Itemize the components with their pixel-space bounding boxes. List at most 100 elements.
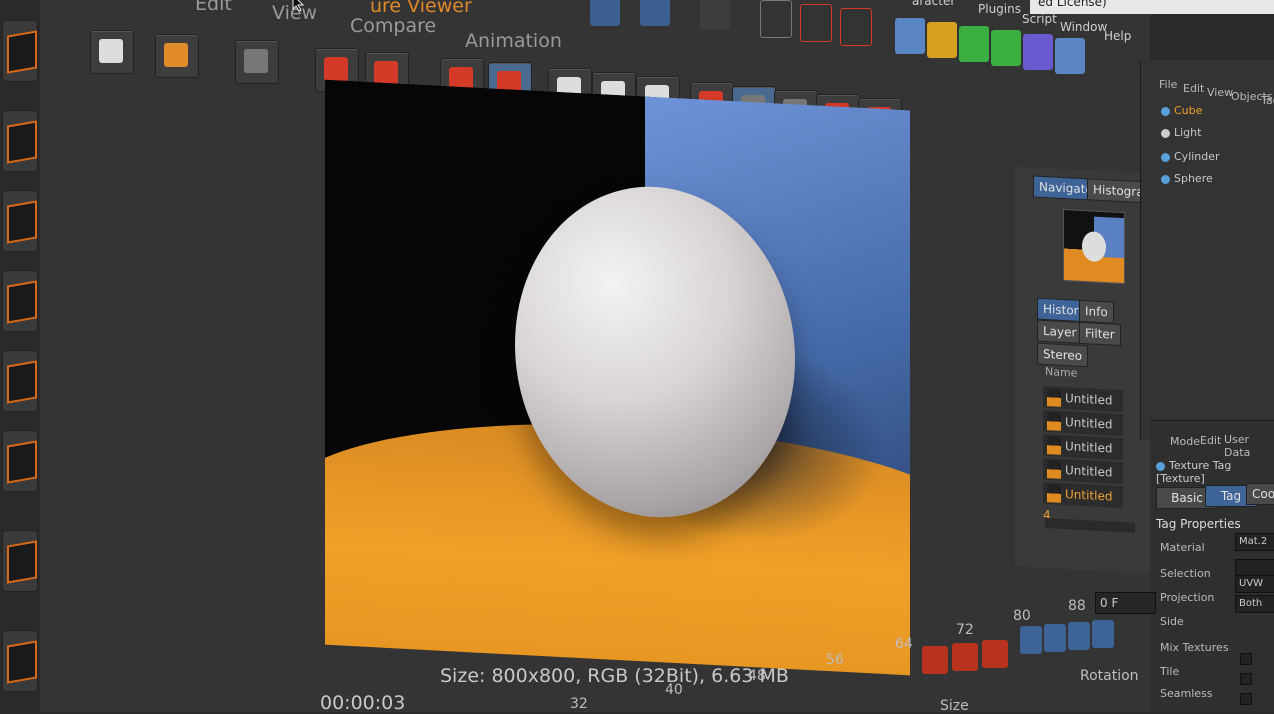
cube-tool-button[interactable]	[2, 20, 38, 82]
history-item[interactable]: Untitled 4	[1043, 433, 1123, 474]
prop-seamless-label: Seamless	[1160, 687, 1213, 700]
menu-character[interactable]: aracter	[912, 0, 955, 8]
mouse-cursor-icon	[292, 0, 306, 12]
prop-mix-textures-label: Mix Textures	[1160, 641, 1229, 654]
history-hscrollbar[interactable]	[1045, 518, 1135, 533]
checker-tool-button[interactable]	[2, 110, 38, 172]
scene-tool-button[interactable]	[2, 350, 38, 412]
render-region-icon[interactable]	[590, 0, 620, 26]
render-settings-icon[interactable]	[840, 8, 872, 46]
timeline-tick: 48	[748, 668, 766, 684]
seamless-checkbox[interactable]	[1240, 693, 1252, 705]
object-label: Sphere	[1174, 172, 1213, 185]
scale-key-icon[interactable]	[1044, 624, 1066, 652]
light-tool-button[interactable]	[2, 630, 38, 692]
om-menu-view[interactable]: View	[1207, 86, 1233, 99]
light-icon	[1161, 128, 1170, 138]
open-button[interactable]	[90, 30, 134, 74]
navigator-thumbnail[interactable]	[1063, 208, 1125, 285]
object-sphere[interactable]: Sphere	[1161, 172, 1213, 185]
am-menu-mode[interactable]: Mode	[1170, 435, 1200, 448]
history-thumb	[1047, 388, 1061, 407]
mix-textures-checkbox[interactable]	[1240, 653, 1252, 665]
tab-coordinates[interactable]: Coordi	[1246, 483, 1274, 505]
render-to-pv-icon[interactable]	[700, 0, 730, 30]
clapperboard-icon[interactable]	[760, 0, 792, 38]
move-key-icon[interactable]	[1020, 626, 1042, 654]
cylinder-icon	[1161, 152, 1170, 162]
filter-button[interactable]	[235, 40, 279, 84]
param-key-icon[interactable]	[1092, 620, 1114, 648]
bottom-bar: 00:00:03 Size: 800x800, RGB (32Bit), 6.6…	[240, 592, 1156, 714]
object-cube[interactable]: Cube	[1161, 104, 1202, 117]
timeline-tick: 32	[570, 696, 588, 712]
projection-dropdown[interactable]: UVW Mapp	[1235, 575, 1274, 605]
scene-icon	[7, 360, 37, 404]
clapperboard-red-icon[interactable]	[800, 4, 832, 42]
rotate-key-icon[interactable]	[1068, 622, 1090, 650]
plane-tool-button[interactable]	[2, 190, 38, 252]
array-icon[interactable]	[991, 30, 1021, 66]
am-menu-userdata[interactable]: User Data	[1224, 433, 1274, 459]
menu-edit[interactable]: Edit	[195, 0, 232, 15]
save-as-button[interactable]	[155, 34, 199, 78]
record-buttons	[922, 640, 1012, 674]
side-dropdown[interactable]: Both	[1235, 595, 1274, 613]
save-icon	[164, 43, 188, 67]
environment-tool-button[interactable]	[2, 430, 38, 492]
prop-projection-label: Projection	[1160, 591, 1215, 604]
tab-info[interactable]: Info	[1079, 299, 1114, 324]
timeline-tick: 72	[956, 622, 974, 638]
timecode: 00:00:03	[320, 692, 406, 714]
material-field[interactable]: Mat.2	[1235, 533, 1274, 551]
frame-field[interactable]: 0 F	[1095, 592, 1156, 614]
om-menu-tags[interactable]: Tags	[1261, 94, 1274, 107]
open-folder-icon	[99, 39, 123, 63]
prop-tile-label: Tile	[1160, 665, 1180, 678]
object-label: Light	[1174, 126, 1202, 139]
render-active-icon[interactable]	[640, 0, 670, 26]
license-title-bar: ed License)	[1030, 0, 1274, 14]
spline-icon[interactable]	[927, 22, 957, 58]
floor-grid-icon[interactable]	[1055, 38, 1085, 74]
om-menu-file[interactable]: File	[1159, 78, 1177, 91]
record-key-icon[interactable]	[922, 646, 948, 674]
tile-checkbox[interactable]	[1240, 673, 1252, 685]
menu-plugins[interactable]: Plugins	[978, 2, 1021, 16]
left-tool-strip	[0, 0, 41, 712]
clapper-group	[760, 0, 880, 50]
tab-filter[interactable]: Filter	[1079, 321, 1121, 347]
deformer-tool-button[interactable]	[2, 270, 38, 332]
object-manager: File Edit View Objects Tags Cube Light C…	[1140, 60, 1274, 440]
tab-layer[interactable]: Layer	[1037, 319, 1083, 344]
prop-material-label: Material	[1160, 541, 1205, 554]
section-tag-properties: Tag Properties	[1156, 517, 1241, 531]
history-item[interactable]: Untitled 4	[1043, 409, 1123, 450]
history-item[interactable]: Untitled 4	[1043, 457, 1123, 498]
nurbs-icon[interactable]	[959, 26, 989, 62]
timeline-tick: 40	[665, 682, 683, 698]
camera-tool-button[interactable]	[2, 530, 38, 592]
deformer-icon	[7, 280, 37, 324]
am-menu-edit[interactable]: Edit	[1200, 434, 1221, 447]
sphere-icon	[1161, 174, 1170, 184]
history-item[interactable]: Untitled 4	[1043, 385, 1123, 426]
object-light[interactable]: Light	[1161, 126, 1201, 139]
light-bulb-icon[interactable]	[1113, 46, 1143, 82]
autokey-icon[interactable]	[952, 643, 978, 671]
tag-title-label: Texture Tag [Texture]	[1156, 459, 1232, 485]
history-thumb	[1047, 460, 1061, 479]
object-cylinder[interactable]: Cylinder	[1161, 150, 1220, 163]
cube-icon	[7, 30, 37, 74]
tab-stereo[interactable]: Stereo	[1037, 342, 1089, 368]
rotation-label: Rotation	[1080, 668, 1139, 684]
history-item-selected[interactable]: Untitled 4	[1043, 481, 1123, 522]
window-title: ure Viewer	[370, 0, 472, 17]
deformer-icon[interactable]	[1023, 34, 1053, 70]
om-menu-edit[interactable]: Edit	[1183, 82, 1204, 95]
keyframe-help-icon[interactable]	[982, 640, 1008, 668]
user-down-icon	[374, 61, 398, 85]
cube-icon[interactable]	[895, 18, 925, 54]
history-thumb	[1047, 484, 1061, 503]
object-label: Cube	[1174, 104, 1203, 117]
